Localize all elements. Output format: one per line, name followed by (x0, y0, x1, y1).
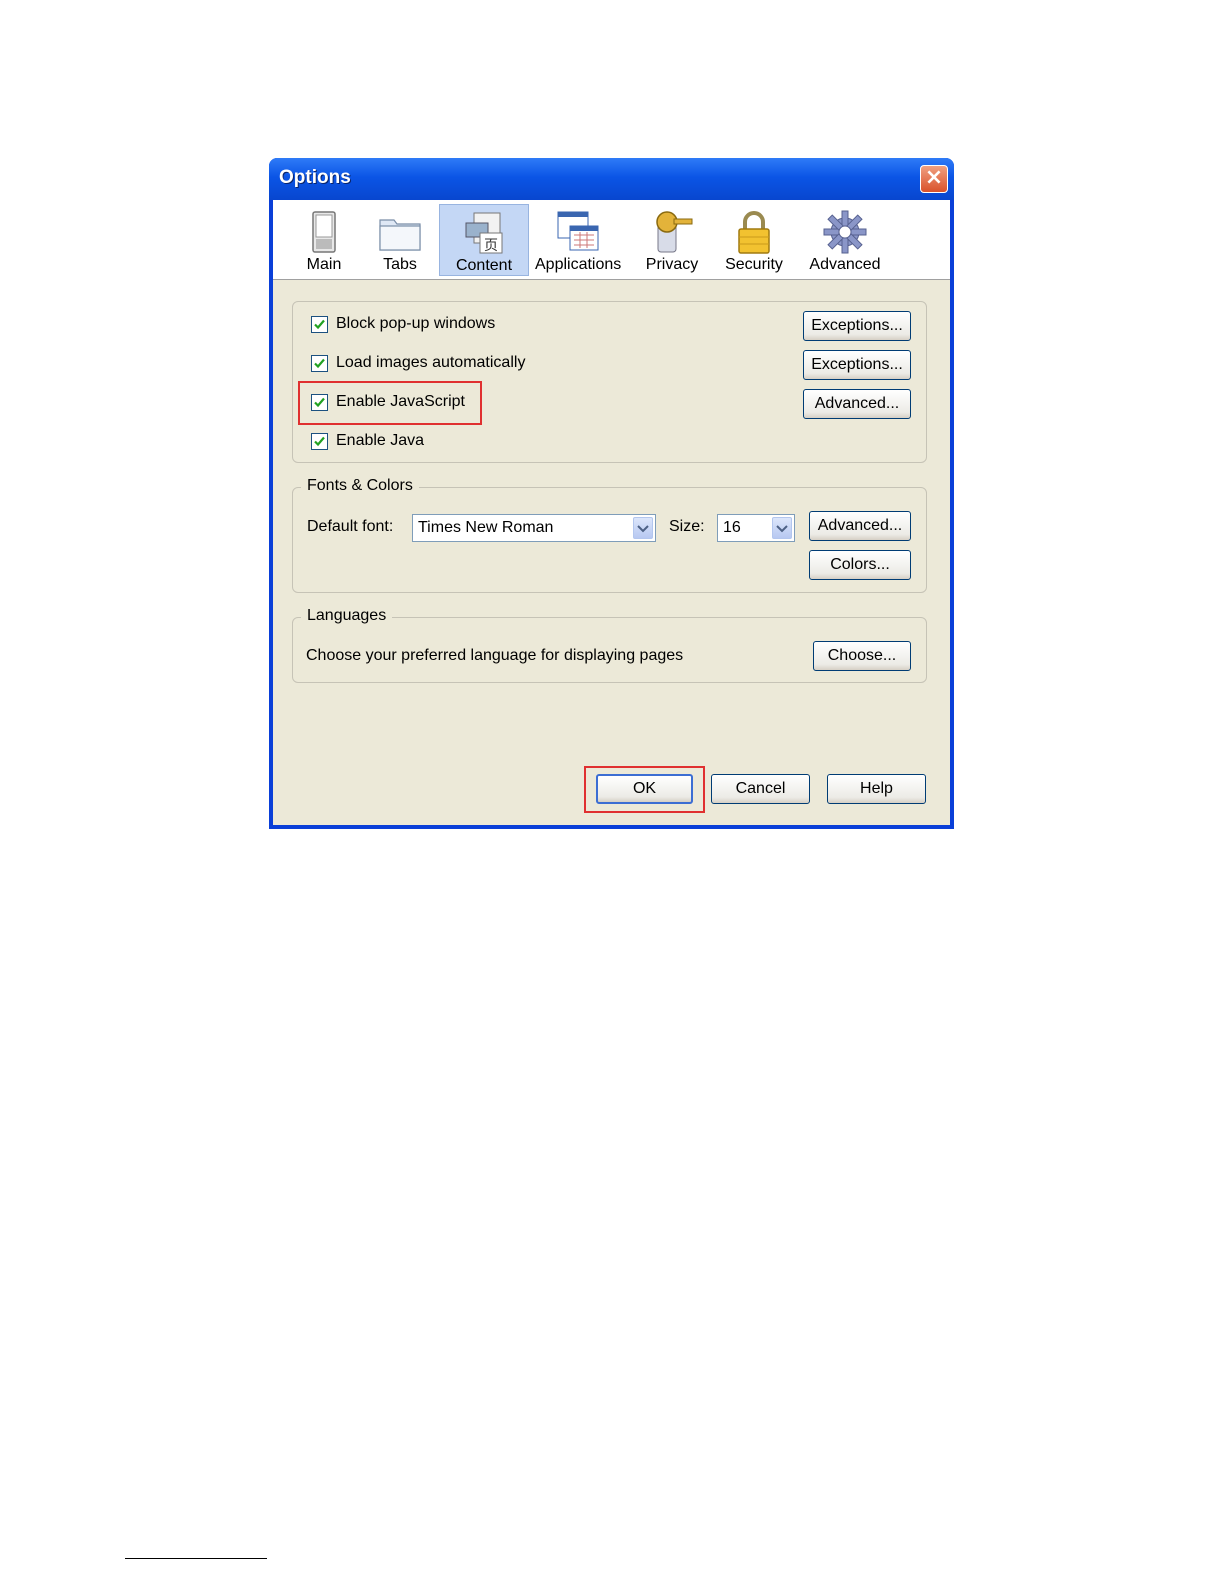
content-options-group: Block pop-up windows Exceptions... Load … (292, 301, 927, 463)
fonts-colors-legend: Fonts & Colors (301, 477, 419, 495)
svg-text:页: 页 (484, 238, 498, 254)
tab-privacy[interactable]: Privacy (639, 204, 705, 276)
tab-advanced[interactable]: Advanced (805, 204, 885, 276)
languages-group: Languages Choose your preferred language… (292, 607, 927, 683)
enable-java-option[interactable]: Enable Java (311, 430, 424, 452)
tab-content-label: Content (455, 257, 513, 274)
choose-language-button[interactable]: Choose... (813, 641, 911, 671)
switch-icon (312, 211, 336, 253)
tab-tabs[interactable]: Tabs (371, 204, 429, 276)
tab-security[interactable]: Security (721, 204, 787, 276)
applications-window-icon (557, 211, 599, 251)
languages-description: Choose your preferred language for displ… (306, 647, 684, 664)
block-popups-option[interactable]: Block pop-up windows (311, 313, 495, 335)
footnote-separator (125, 1558, 267, 1559)
checkmark-icon (314, 319, 325, 329)
folder-tabs-icon (379, 219, 421, 251)
tab-tabs-label: Tabs (383, 256, 417, 273)
pane-toolbar: Main Tabs 页 Content Applications Privacy… (273, 200, 950, 280)
padlock-icon (738, 211, 770, 254)
languages-legend: Languages (301, 607, 393, 625)
close-icon: × (924, 165, 944, 190)
size-label: Size: (669, 518, 705, 535)
images-exceptions-button[interactable]: Exceptions... (803, 350, 911, 380)
block-popups-checkbox[interactable] (311, 315, 328, 333)
gear-icon (823, 210, 867, 254)
title-bar[interactable]: Options × (269, 158, 954, 200)
tab-security-label: Security (725, 256, 783, 273)
tab-main-label: Main (306, 256, 342, 273)
font-size-select[interactable]: 16 (717, 514, 795, 542)
chevron-down-icon[interactable] (633, 517, 653, 539)
default-font-label: Default font: (307, 518, 394, 535)
tab-advanced-label: Advanced (809, 256, 881, 273)
tab-privacy-label: Privacy (645, 256, 699, 273)
default-font-select[interactable]: Times New Roman (412, 514, 656, 542)
enable-java-checkbox[interactable] (311, 432, 328, 450)
tab-content[interactable]: 页 Content (439, 204, 529, 276)
colors-button[interactable]: Colors... (809, 550, 911, 580)
chevron-down-icon[interactable] (772, 517, 792, 539)
popup-exceptions-button[interactable]: Exceptions... (803, 311, 911, 341)
default-font-value: Times New Roman (418, 519, 554, 536)
tab-applications[interactable]: Applications (535, 204, 621, 276)
fonts-advanced-button[interactable]: Advanced... (809, 511, 911, 541)
checkmark-icon (314, 436, 325, 446)
tab-applications-label: Applications (535, 256, 622, 273)
enable-java-label: Enable Java (336, 432, 425, 449)
content-page-icon: 页 (465, 212, 503, 254)
help-button[interactable]: Help (827, 774, 926, 804)
options-window: Options × Main Tabs 页 Content Applicatio… (269, 158, 954, 829)
privacy-key-icon (656, 211, 693, 253)
fonts-colors-group: Fonts & Colors Default font: Times New R… (292, 477, 927, 593)
load-images-option[interactable]: Load images automatically (311, 352, 525, 374)
javascript-advanced-button[interactable]: Advanced... (803, 389, 911, 419)
block-popups-label: Block pop-up windows (336, 315, 496, 332)
close-button[interactable]: × (920, 165, 948, 193)
ok-button[interactable]: OK (596, 774, 693, 804)
checkmark-icon (314, 358, 325, 368)
load-images-checkbox[interactable] (311, 354, 328, 372)
window-title: Options (279, 167, 351, 188)
javascript-highlight-box (298, 381, 482, 425)
load-images-label: Load images automatically (336, 354, 526, 371)
font-size-value: 16 (723, 519, 741, 536)
dialog-client: Main Tabs 页 Content Applications Privacy… (273, 200, 950, 825)
cancel-button[interactable]: Cancel (711, 774, 810, 804)
tab-main[interactable]: Main (295, 204, 353, 276)
